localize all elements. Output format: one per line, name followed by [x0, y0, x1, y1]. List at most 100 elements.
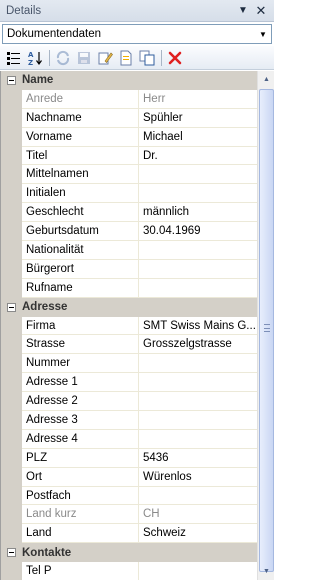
close-icon[interactable]: ✕	[253, 3, 269, 19]
property-label: Ort	[22, 467, 139, 487]
panel-title: Details	[6, 4, 42, 17]
document-type-select[interactable]: Dokumentendaten ▼	[2, 24, 272, 44]
collapse-icon[interactable]	[7, 302, 16, 312]
property-value[interactable]	[139, 241, 257, 260]
toolbar: A Z	[0, 46, 274, 70]
row-margin	[1, 316, 22, 336]
property-row[interactable]: Land kurz CH	[1, 505, 274, 525]
property-row[interactable]: Anrede Herr	[1, 89, 274, 109]
delete-icon[interactable]	[165, 48, 185, 68]
property-label: Initialen	[22, 184, 139, 204]
property-label: Anrede	[22, 89, 139, 109]
row-margin	[1, 335, 22, 355]
property-value[interactable]	[139, 260, 257, 279]
new-document-icon[interactable]	[116, 48, 136, 68]
property-row[interactable]: Tel P	[1, 562, 274, 580]
panel-titlebar: Details ▼ ✕	[0, 0, 274, 22]
property-row[interactable]: Postfach	[1, 486, 274, 506]
property-row[interactable]: Adresse 1	[1, 373, 274, 393]
property-label: Adresse 4	[22, 429, 139, 449]
property-row[interactable]: Nachname Spühler	[1, 108, 274, 128]
copy-icon[interactable]	[137, 48, 157, 68]
property-value[interactable]: SMT Swiss Mains G...	[139, 317, 257, 336]
property-value[interactable]: Michael	[139, 128, 257, 147]
property-label: Rufname	[22, 278, 139, 298]
property-row[interactable]: Adresse 2	[1, 392, 274, 412]
property-row[interactable]: Adresse 3	[1, 411, 274, 430]
property-value[interactable]: 30.04.1969	[139, 222, 257, 242]
row-margin	[1, 411, 22, 430]
row-margin	[1, 562, 22, 580]
property-label: Land kurz	[22, 505, 139, 525]
property-row[interactable]: PLZ 5436	[1, 448, 274, 468]
property-value[interactable]: Würenlos	[139, 468, 257, 487]
property-label: Firma	[22, 316, 139, 336]
property-value[interactable]	[139, 487, 257, 506]
edit-icon[interactable]	[95, 48, 115, 68]
property-row[interactable]: Nationalität	[1, 241, 274, 260]
vertical-scrollbar[interactable]: ▲ ▼	[257, 71, 274, 580]
row-margin	[1, 108, 22, 128]
property-row[interactable]: Strasse Grosszelgstrasse	[1, 335, 274, 355]
property-row[interactable]: Mittelnamen	[1, 165, 274, 185]
property-value[interactable]: CH	[139, 505, 257, 525]
category-header[interactable]: Name	[1, 71, 274, 90]
property-value[interactable]: Herr	[139, 90, 257, 109]
row-margin	[1, 373, 22, 393]
property-value[interactable]: Schweiz	[139, 524, 257, 544]
property-grid: Name Anrede Herr Nachname Spühler Vorname Mich…	[0, 71, 274, 580]
property-value[interactable]: männlich	[139, 203, 257, 223]
toolbar-separator	[49, 49, 50, 66]
property-value[interactable]	[139, 411, 257, 430]
svg-text:A: A	[28, 51, 34, 59]
property-value[interactable]: 5436	[139, 449, 257, 468]
toolbar-separator	[161, 49, 162, 66]
row-margin	[1, 429, 22, 449]
property-value[interactable]	[139, 392, 257, 412]
property-label: Tel P	[22, 562, 139, 580]
property-row[interactable]: Vorname Michael	[1, 127, 274, 147]
scroll-down-icon[interactable]: ▼	[258, 563, 275, 580]
category-header[interactable]: Adresse	[1, 297, 274, 317]
property-row[interactable]: Bürgerort	[1, 259, 274, 279]
row-margin	[1, 354, 22, 374]
property-row[interactable]: Geschlecht männlich	[1, 203, 274, 223]
property-row[interactable]: Firma SMT Swiss Mains G...	[1, 316, 274, 336]
panel-menu-dropdown-icon[interactable]: ▼	[235, 3, 251, 19]
collapse-icon[interactable]	[7, 548, 16, 558]
scroll-up-icon[interactable]: ▲	[258, 71, 275, 88]
scrollbar-thumb[interactable]	[259, 89, 274, 572]
save-icon[interactable]	[74, 48, 94, 68]
property-value[interactable]: Grosszelgstrasse	[139, 335, 257, 355]
row-margin	[1, 524, 22, 544]
property-row[interactable]: Rufname	[1, 278, 274, 298]
svg-text:Z: Z	[28, 59, 33, 66]
property-row[interactable]: Titel Dr.	[1, 146, 274, 166]
property-label: Geschlecht	[22, 203, 139, 223]
alphabetical-sort-icon[interactable]: A Z	[25, 48, 45, 68]
chevron-down-icon[interactable]: ▼	[255, 25, 271, 43]
property-value[interactable]	[139, 562, 257, 580]
document-type-value: Dokumentendaten	[7, 28, 101, 40]
categorized-icon[interactable]	[4, 48, 24, 68]
category-header[interactable]: Kontakte	[1, 543, 274, 563]
property-value[interactable]	[139, 354, 257, 374]
property-row[interactable]: Initialen	[1, 184, 274, 204]
row-margin	[1, 222, 22, 242]
property-value[interactable]	[139, 279, 257, 298]
property-row[interactable]: Geburtsdatum 30.04.1969	[1, 222, 274, 242]
property-value[interactable]	[139, 373, 257, 393]
collapse-icon[interactable]	[7, 75, 16, 85]
property-value[interactable]	[139, 184, 257, 204]
property-value[interactable]: Spühler	[139, 109, 257, 128]
row-margin	[1, 89, 22, 109]
property-label: PLZ	[22, 448, 139, 468]
property-value[interactable]	[139, 430, 257, 449]
refresh-icon[interactable]	[53, 48, 73, 68]
property-value[interactable]	[139, 165, 257, 185]
property-row[interactable]: Land Schweiz	[1, 524, 274, 544]
property-value[interactable]: Dr.	[139, 147, 257, 166]
property-row[interactable]: Nummer	[1, 354, 274, 374]
property-row[interactable]: Adresse 4	[1, 429, 274, 449]
property-row[interactable]: Ort Würenlos	[1, 467, 274, 487]
